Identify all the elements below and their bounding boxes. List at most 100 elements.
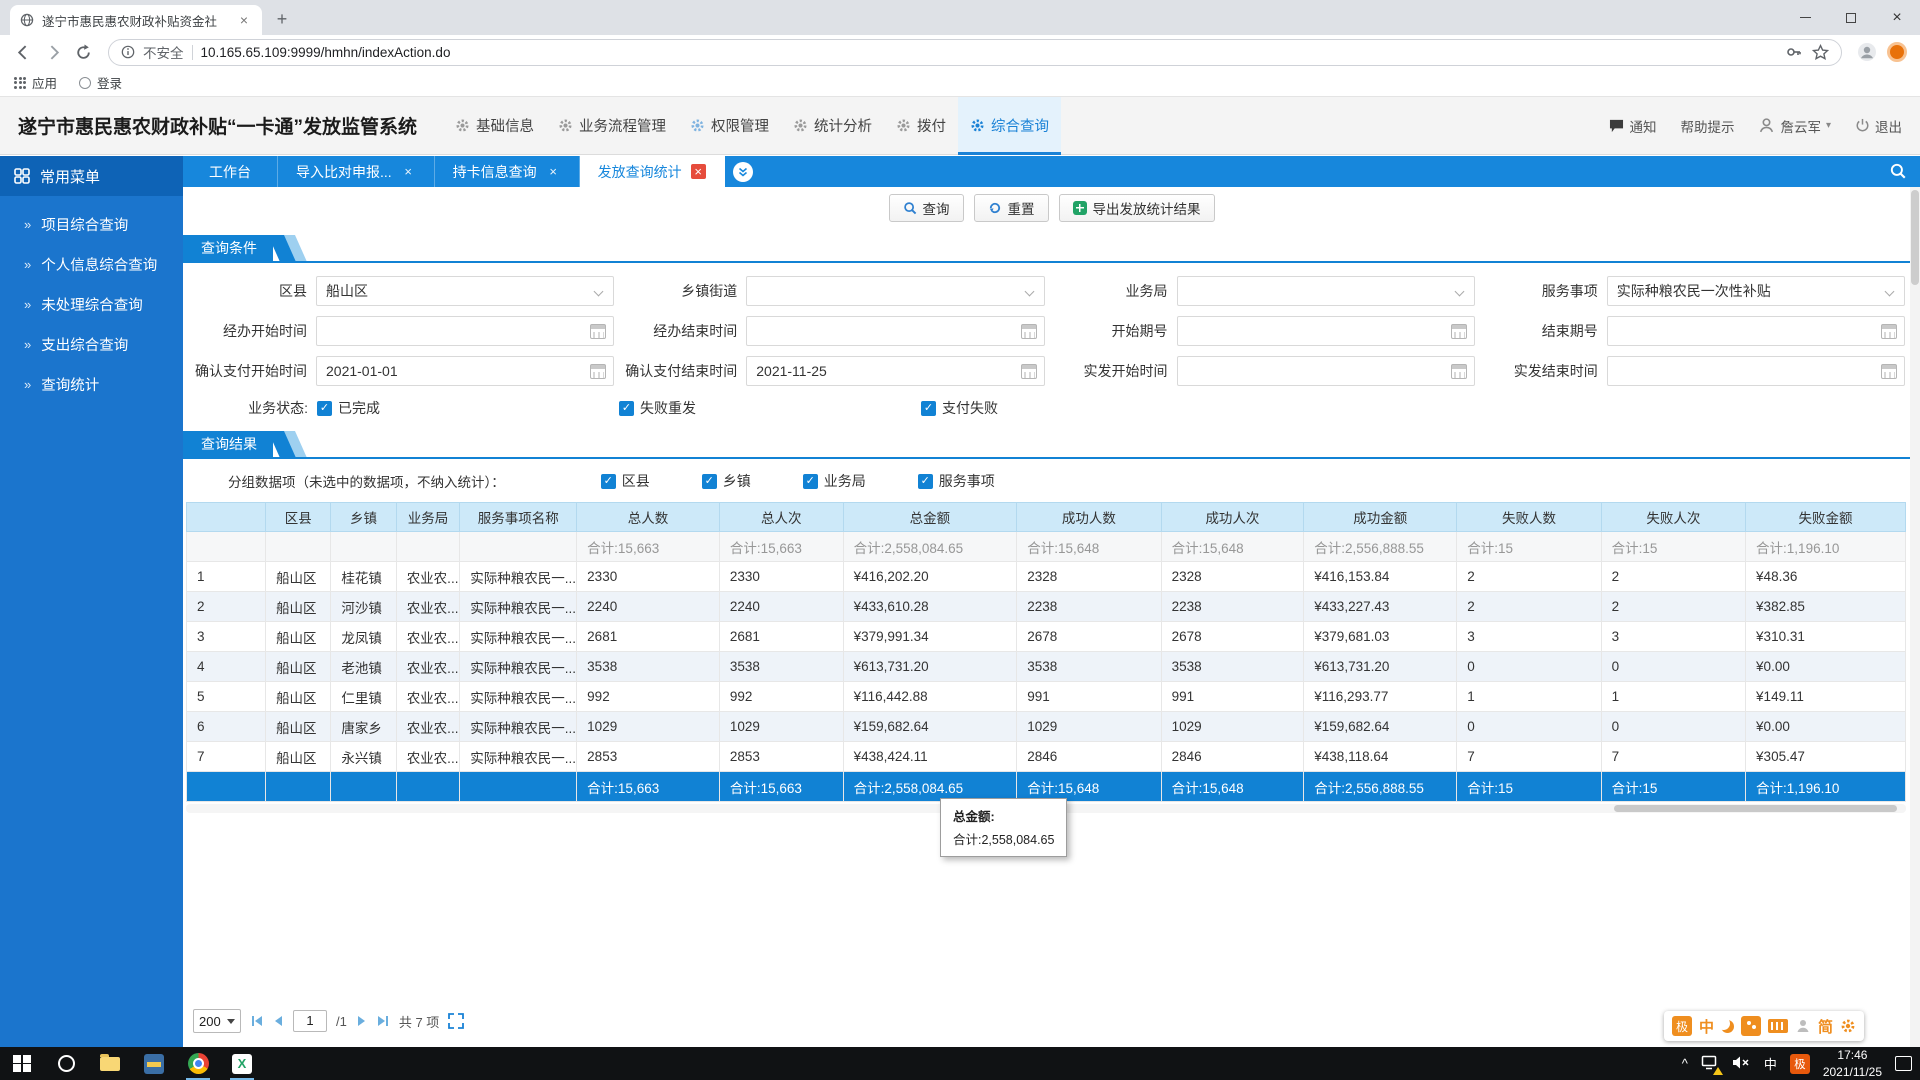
date-input-field[interactable] (1176, 356, 1475, 386)
ime-tray-icon[interactable]: 极 (1789, 1053, 1810, 1074)
next-page-button[interactable] (356, 1014, 367, 1028)
chevron-down-icon[interactable] (593, 286, 604, 297)
select-field[interactable] (746, 276, 1045, 306)
ime-chinese-mode[interactable]: 中 (1699, 1016, 1714, 1037)
sidebar-item[interactable]: » 查询统计 (0, 364, 183, 404)
page-size-select[interactable]: 200 (193, 1009, 241, 1033)
window-minimize-button[interactable] (1782, 0, 1828, 35)
half-full-width-icon[interactable] (1721, 1020, 1734, 1033)
nav-item[interactable]: 权限管理 (678, 97, 781, 155)
app-tab[interactable]: 发放查询统计 × (579, 156, 725, 187)
calendar-icon[interactable] (1881, 364, 1897, 379)
checkbox-checked[interactable]: ✓ 乡镇 (701, 471, 751, 491)
window-maximize-button[interactable] (1828, 0, 1874, 35)
extension-badge-icon[interactable] (1884, 39, 1910, 65)
table-row[interactable]: 6 船山区 唐家乡 农业农... 实际种粮农民一... 1029 1029 ¥159,682.… (185, 711, 1906, 742)
close-icon[interactable]: × (546, 164, 561, 179)
date-input-field[interactable]: 2021-11-25 (746, 356, 1045, 386)
calendar-icon[interactable] (1450, 364, 1467, 379)
hidden-icons-button[interactable]: ^ (1682, 1056, 1688, 1071)
key-icon[interactable] (1786, 44, 1802, 60)
nav-item[interactable]: 统计分析 (781, 97, 884, 155)
tab-overflow-button[interactable] (732, 161, 753, 182)
checkbox-checked[interactable]: ✓ 区县 (600, 471, 650, 491)
nav-item[interactable]: 综合查询 (958, 96, 1062, 155)
select-field[interactable]: 实际种粮农民一次性补贴 (1606, 276, 1905, 306)
volume-muted-icon[interactable] (1732, 1055, 1751, 1073)
calendar-icon[interactable] (1450, 324, 1467, 339)
vertical-scrollbar[interactable] (1910, 187, 1920, 1047)
new-tab-button[interactable]: + (268, 5, 296, 33)
bookmark-login[interactable]: 登录 (79, 73, 122, 92)
reset-button[interactable]: 重置 (973, 194, 1049, 222)
tab-close-icon[interactable]: × (236, 12, 252, 28)
table-row[interactable]: 2 船山区 河沙镇 农业农... 实际种粮农民一... 2240 2240 ¥433,610.… (185, 591, 1906, 622)
first-page-button[interactable] (250, 1014, 264, 1028)
voice-input-icon[interactable] (1740, 1016, 1761, 1036)
date-input-field[interactable] (1176, 316, 1475, 346)
checkbox-checked[interactable]: ✓ 业务局 (802, 471, 866, 491)
last-page-button[interactable] (376, 1014, 390, 1028)
calendar-icon[interactable] (1020, 364, 1037, 379)
network-status-icon[interactable] (1701, 1055, 1723, 1075)
gear-icon[interactable] (1840, 1018, 1856, 1034)
close-icon[interactable]: × (401, 164, 416, 179)
simplified-chinese-icon[interactable]: 简 (1818, 1016, 1833, 1037)
url-bar[interactable]: 不安全 10.165.65.109:9999/hmhn/indexAction.… (108, 38, 1842, 66)
table-row[interactable]: 3 船山区 龙凤镇 农业农... 实际种粮农民一... 2681 2681 ¥379,991.… (185, 621, 1906, 652)
window-close-button[interactable]: × (1874, 0, 1920, 35)
chrome-taskbar-button[interactable] (176, 1047, 220, 1080)
checkbox-checked[interactable]: ✓ 失败重发 (619, 398, 921, 418)
cortana-button[interactable] (44, 1047, 88, 1080)
file-explorer-button[interactable] (88, 1047, 132, 1080)
security-label[interactable]: 不安全 (143, 42, 184, 62)
bookmark-apps[interactable]: 应用 (14, 73, 57, 92)
start-button[interactable] (0, 1047, 44, 1080)
date-input-field[interactable] (746, 316, 1045, 346)
select-field[interactable]: 船山区 (316, 276, 615, 306)
table-row[interactable]: 4 船山区 老池镇 农业农... 实际种粮农民一... 3538 3538 ¥613,731.… (185, 651, 1906, 682)
chevron-down-icon[interactable] (1454, 286, 1465, 297)
reload-icon[interactable] (70, 39, 96, 65)
sidebar-item[interactable]: » 未处理综合查询 (0, 284, 183, 324)
ime-mode-indicator[interactable]: 中 (1764, 1054, 1777, 1073)
search-icon[interactable] (1889, 162, 1907, 185)
person-icon[interactable] (1795, 1018, 1811, 1034)
nav-item[interactable]: 拨付 (884, 97, 958, 155)
help-link[interactable]: 帮助提示 (1680, 116, 1734, 136)
url-text[interactable]: 10.165.65.109:9999/hmhn/indexAction.do (201, 45, 451, 60)
close-icon[interactable]: × (690, 164, 706, 179)
chevron-down-icon[interactable] (1884, 286, 1895, 297)
browser-tab[interactable]: 遂宁市惠民惠农财政补贴资金社 × (10, 5, 262, 35)
page-input[interactable]: 1 (293, 1010, 327, 1032)
select-field[interactable] (1176, 276, 1475, 306)
app-tab[interactable]: 工作台 (183, 156, 278, 187)
calendar-icon[interactable] (590, 364, 607, 379)
date-input-field[interactable]: 2021-01-01 (316, 356, 615, 386)
logout-button[interactable]: 退出 (1855, 116, 1902, 136)
ime-logo-icon[interactable]: 极 (1671, 1016, 1692, 1036)
query-button[interactable]: 查询 (888, 194, 964, 222)
checkbox-checked[interactable]: ✓ 已完成 (317, 398, 619, 418)
nav-item[interactable]: 业务流程管理 (546, 97, 678, 155)
total-row[interactable]: 合计:15,663 合计:15,663 合计:2,558,084.65 合计:15,6… (185, 771, 1906, 802)
profile-avatar-icon[interactable] (1854, 39, 1880, 65)
app-tab[interactable]: 持卡信息查询 × (435, 156, 580, 187)
calendar-icon[interactable] (1881, 324, 1897, 339)
app-tab[interactable]: 导入比对申报... × (278, 156, 435, 187)
sidebar-item[interactable]: » 项目综合查询 (0, 204, 183, 244)
nav-item[interactable]: 基础信息 (443, 97, 546, 155)
date-input-field[interactable] (1606, 316, 1905, 346)
export-button[interactable]: 导出发放统计结果 (1058, 194, 1215, 222)
date-input-field[interactable] (1606, 356, 1905, 386)
keyboard-icon[interactable] (1767, 1019, 1788, 1033)
taskbar-clock[interactable]: 17:46 2021/11/25 (1823, 1047, 1882, 1079)
table-row[interactable]: 5 船山区 仁里镇 农业农... 实际种粮农民一... 992 992 ¥116,442.88… (185, 681, 1906, 712)
fullscreen-icon[interactable] (448, 1013, 465, 1029)
sidebar-item[interactable]: » 支出综合查询 (0, 324, 183, 364)
notice-link[interactable]: 通知 (1609, 116, 1656, 136)
table-row[interactable]: 7 船山区 永兴镇 农业农... 实际种粮农民一... 2853 2853 ¥438,424.… (185, 741, 1906, 772)
table-row[interactable]: 1 船山区 桂花镇 农业农... 实际种粮农民一... 2330 2330 ¥416,202.… (185, 561, 1906, 592)
calendar-icon[interactable] (1020, 324, 1037, 339)
action-center-icon[interactable] (1895, 1056, 1912, 1071)
